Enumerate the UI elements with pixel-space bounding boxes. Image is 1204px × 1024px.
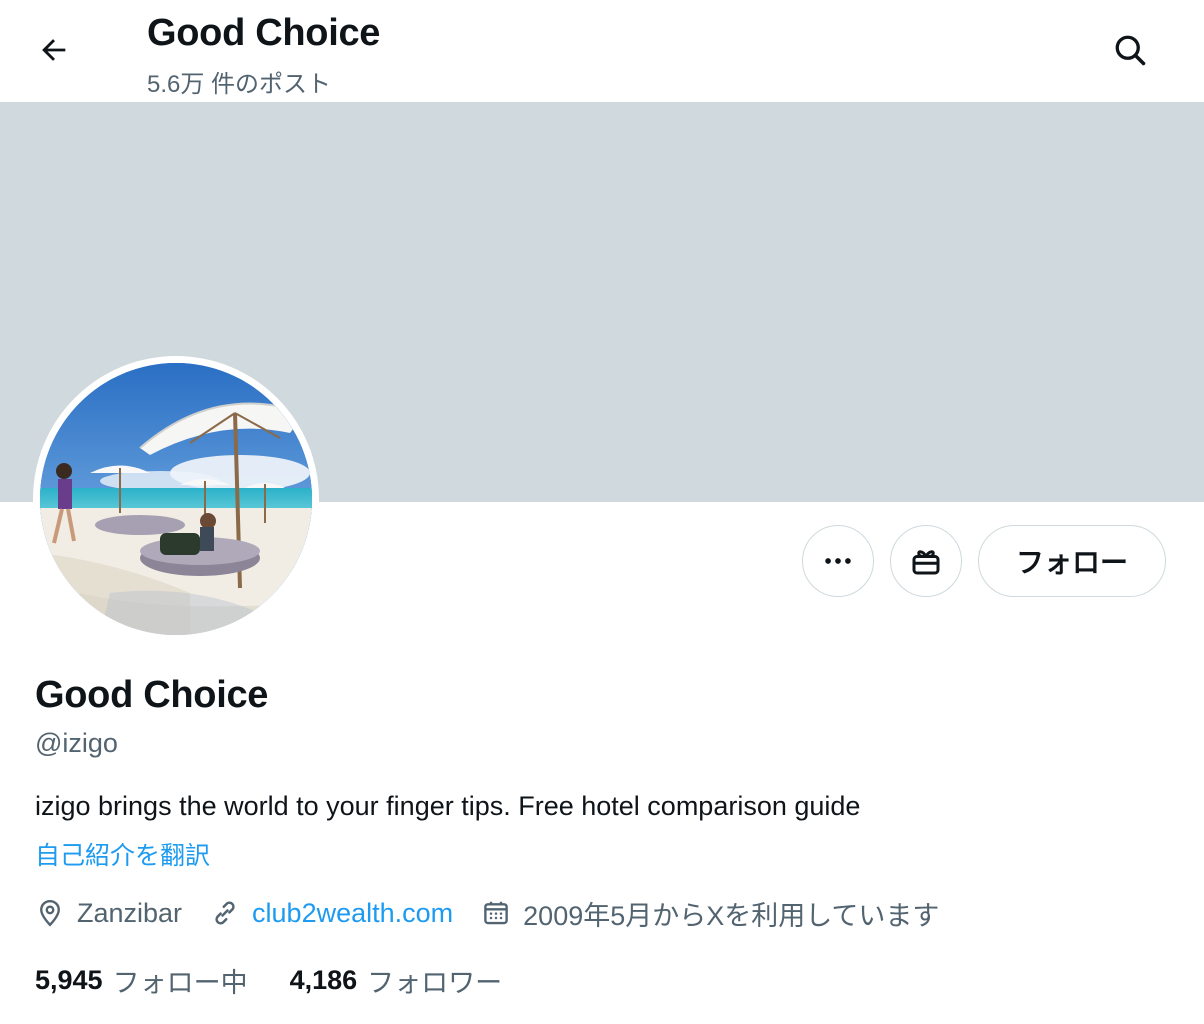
calendar-icon [484,901,508,925]
translate-bio-link[interactable]: 自己紹介を翻訳 [35,836,210,872]
back-button[interactable] [28,26,80,74]
location-icon [40,899,60,927]
post-count: 5.6万 件のポスト [147,71,332,98]
following-label: フォロー中 [112,967,248,998]
profile-meta: Zanzibar club2wealth.com 2009年5月からXを利用して… [35,893,967,933]
following-count-link[interactable]: 5,945 フォロー中 [35,961,248,1000]
followers-label: フォロワー [367,967,503,998]
avatar[interactable] [33,356,319,642]
following-count: 5,945 [35,964,103,995]
search-button[interactable] [1104,26,1156,74]
gift-icon [912,550,940,575]
website-item: club2wealth.com [210,898,453,929]
header-title: Good Choice [147,12,381,54]
location-item: Zanzibar [35,898,182,929]
arrow-left-icon [42,39,66,61]
bio-text: izigo brings the world to your finger ti… [35,791,861,821]
follow-counts: 5,945 フォロー中 4,186 フォロワー [35,960,544,1000]
display-name: Good Choice [35,674,269,716]
followers-count: 4,186 [289,964,358,995]
location-text: Zanzibar [77,897,183,928]
top-header: Good Choice 5.6万 件のポスト [0,0,1204,102]
more-button[interactable] [802,525,874,597]
followers-count-link[interactable]: 4,186 フォロワー [290,961,503,1000]
joined-text: 2009年5月からXを利用しています [523,900,940,931]
website-link[interactable]: club2wealth.com [252,898,453,929]
link-icon [215,901,235,925]
user-handle: @izigo [35,728,118,758]
search-icon [1115,35,1146,66]
more-icon [825,558,851,564]
gift-button[interactable] [890,525,962,597]
follow-button[interactable]: フォロー [978,525,1166,597]
joined-item: 2009年5月からXを利用しています [481,894,939,933]
profile-page: Good Choice 5.6万 件のポスト フォロー Good Choice … [0,0,1204,1024]
avatar-image [40,363,312,635]
